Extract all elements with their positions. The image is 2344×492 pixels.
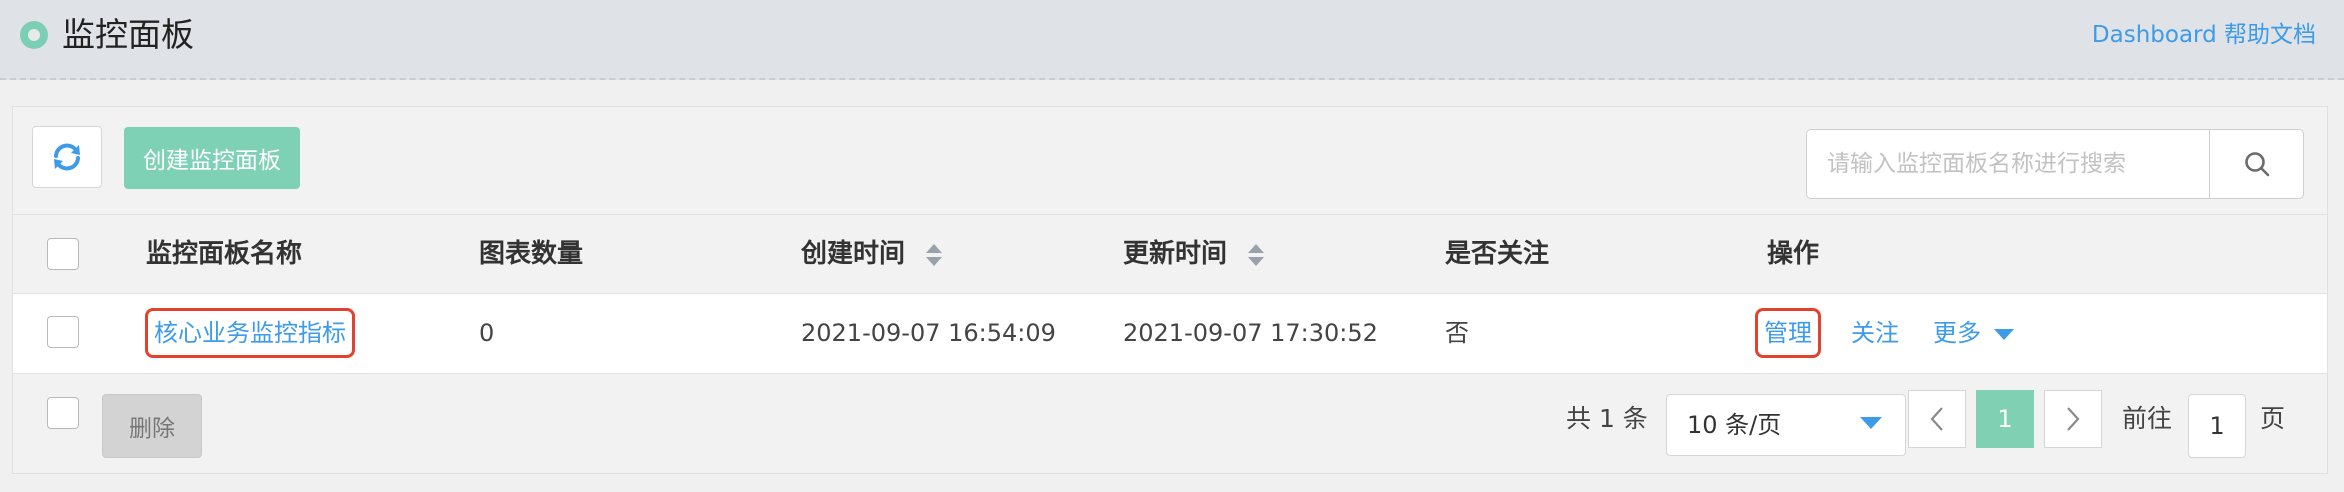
next-page-button[interactable] [2044,390,2102,448]
chevron-right-icon [2067,407,2080,431]
search-button[interactable] [2209,130,2304,198]
footer-select-checkbox[interactable] [47,397,79,429]
column-header-actions: 操作 [1767,237,1819,271]
row-checkbox[interactable] [47,316,79,348]
help-doc-link[interactable]: Dashboard 帮助文档 [2092,19,2316,51]
column-header-followed: 是否关注 [1445,237,1549,271]
column-header-chart-count: 图表数量 [479,237,583,271]
follow-link[interactable]: 关注 [1851,316,1899,350]
refresh-button[interactable] [32,126,102,188]
column-header-label: 更新时间 [1123,239,1228,269]
table-row: 核心业务监控指标 0 2021-09-07 16:54:09 2021-09-0… [13,294,2327,374]
manage-link[interactable]: 管理 [1755,308,1821,358]
column-header-label: 图表数量 [479,239,584,269]
column-header-label: 是否关注 [1445,239,1550,269]
chart-count-cell: 0 [479,319,495,347]
followed-cell: 否 [1445,319,1469,347]
more-label: 更多 [1933,319,1981,347]
updated-at-cell: 2021-09-07 17:30:52 [1123,319,1378,347]
status-dot-icon [20,21,48,49]
sort-icon[interactable] [1246,242,1266,268]
prev-page-button[interactable] [1908,390,1966,448]
refresh-icon [54,143,80,171]
search-icon [2245,152,2270,177]
page-title: 监控面板 [62,15,194,54]
column-header-label: 创建时间 [801,239,906,269]
page-button-current[interactable]: 1 [1976,390,2034,448]
column-header-name: 监控面板名称 [146,237,302,271]
table-header: 监控面板名称 图表数量 创建时间 更新时间 是否关注 操作 [13,214,2327,294]
delete-button[interactable]: 删除 [102,394,202,458]
created-at-cell: 2021-09-07 16:54:09 [801,319,1056,347]
goto-page-input[interactable] [2188,394,2246,458]
column-header-created-at[interactable]: 创建时间 [801,237,944,271]
page-size-value: 10 条/页 [1687,411,1782,439]
column-header-updated-at[interactable]: 更新时间 [1123,237,1266,271]
select-all-checkbox[interactable] [47,238,79,270]
search-box [1806,129,2304,199]
page-unit-label: 页 [2260,404,2286,433]
sort-icon[interactable] [924,242,944,268]
caret-down-icon [1993,329,2014,340]
dashboard-name-link[interactable]: 核心业务监控指标 [145,308,355,358]
search-input[interactable] [1807,130,2209,198]
goto-label: 前往 [2122,404,2173,433]
page-header: 监控面板 Dashboard 帮助文档 [0,0,2344,80]
page-size-select[interactable]: 10 条/页 [1666,394,1906,456]
total-count: 共 1 条 [1566,404,1648,433]
chevron-left-icon [1930,407,1943,431]
more-dropdown[interactable]: 更多 [1933,316,2015,350]
column-header-label: 操作 [1767,239,1820,269]
column-header-label: 监控面板名称 [146,239,303,269]
caret-down-icon [1860,417,1882,429]
create-dashboard-button[interactable]: 创建监控面板 [124,127,300,189]
